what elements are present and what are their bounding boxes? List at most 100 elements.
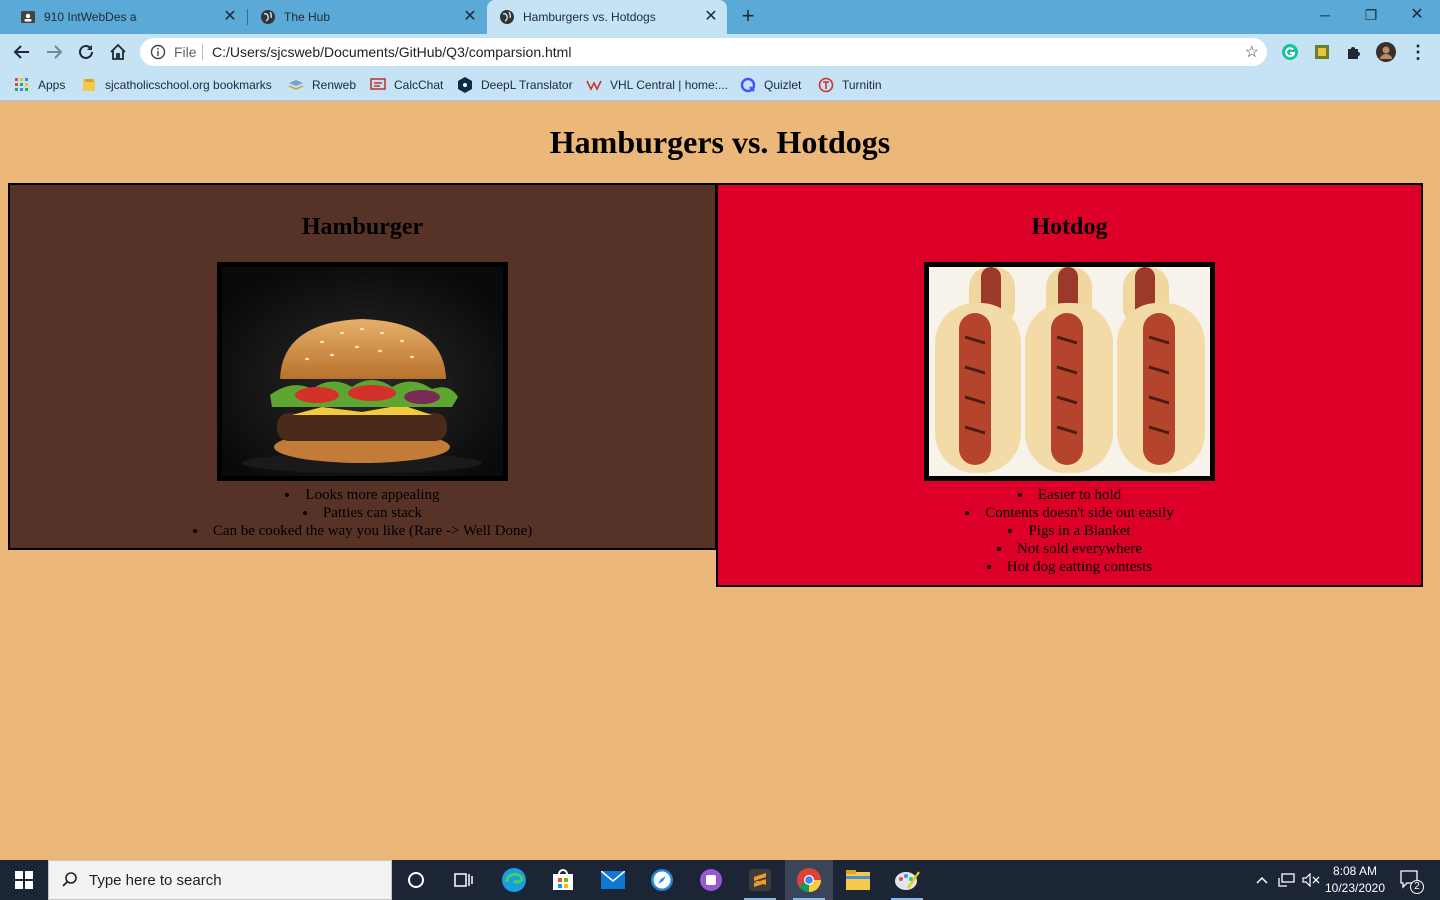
list-item: Hot dog eatting contests [718, 558, 1421, 576]
forward-arrow-icon[interactable] [40, 38, 68, 66]
globe-icon [499, 9, 515, 25]
profile-avatar[interactable] [1376, 42, 1396, 62]
bookmark-vhl-central[interactable]: VHL Central | home:... [586, 76, 728, 94]
cortana-icon[interactable] [392, 860, 440, 900]
address-bar[interactable]: File C:/Users/sjcsweb/Documents/GitHub/Q… [140, 38, 1267, 66]
classroom-icon [20, 9, 36, 25]
folder-icon [81, 77, 97, 93]
file-explorer-icon[interactable] [834, 860, 882, 900]
tab-hamburgers-vs-hotdogs[interactable]: Hamburgers vs. Hotdogs ✕ [487, 0, 727, 34]
bookmark-quizlet[interactable]: Quizlet [740, 76, 801, 94]
tab-title: Hamburgers vs. Hotdogs [523, 10, 656, 24]
search-placeholder: Type here to search [89, 872, 222, 889]
extensions-puzzle-icon[interactable] [1344, 42, 1364, 62]
bookmark-label: Turnitin [842, 78, 882, 92]
hamburger-panel: Hamburger • Looks more appealing • Patti… [8, 183, 717, 550]
tab-the-hub[interactable]: The Hub ✕ [248, 0, 486, 34]
close-tab-icon[interactable]: ✕ [222, 9, 238, 25]
tab-intwebdes[interactable]: 910 IntWebDes a ✕ [0, 0, 246, 34]
chrome-icon[interactable] [785, 860, 833, 900]
renweb-icon [288, 77, 304, 93]
clock-date: 10/23/2020 [1324, 881, 1386, 895]
bookmark-deepl[interactable]: DeepL Translator [457, 76, 573, 94]
hotdog-panel: Hotdog • Easier to hold • Contents doesn… [716, 183, 1423, 587]
new-tab-plus-icon[interactable]: + [737, 5, 759, 28]
extension-icon[interactable] [1312, 42, 1332, 62]
microsoft-store-icon[interactable] [539, 860, 587, 900]
bookmark-apps[interactable]: Apps [14, 76, 65, 94]
network-icon[interactable] [1276, 860, 1298, 900]
deepl-icon [457, 77, 473, 93]
list-item: Pigs in a Blanket [718, 522, 1421, 540]
safari-compass-icon[interactable] [638, 860, 686, 900]
bookmark-renweb[interactable]: Renweb [288, 76, 356, 94]
apps-grid-icon [14, 77, 30, 93]
list-item: Looks more appealing [10, 486, 715, 504]
web-page: Hamburgers vs. Hotdogs Hamburger • Looks… [0, 102, 1440, 860]
bookmark-label: Apps [38, 78, 66, 92]
close-tab-icon[interactable]: ✕ [703, 9, 719, 25]
close-window-icon[interactable]: ✕ [1394, 0, 1440, 30]
bookmark-label: CalcChat [394, 78, 444, 92]
mail-icon[interactable] [589, 860, 637, 900]
turnitin-icon [818, 77, 834, 93]
back-arrow-icon[interactable] [8, 38, 36, 66]
system-clock[interactable]: 8:08 AM 10/23/2020 [1322, 863, 1388, 897]
calcchat-icon [370, 77, 386, 93]
scheme-label: File [174, 44, 197, 60]
bookmark-label: DeepL Translator [481, 78, 573, 92]
grammarly-icon[interactable] [1280, 42, 1300, 62]
windows-start-icon[interactable] [0, 860, 48, 900]
menu-kebab-icon[interactable]: ⋮ [1408, 42, 1428, 62]
bookmarks-bar: Apps sjcatholicschool.org bookmarks Renw… [0, 70, 1440, 101]
hamburger-illustration [222, 267, 503, 476]
list-item: Patties can stack [10, 504, 715, 522]
hamburger-points-list: Looks more appealing Patties can stack C… [10, 486, 715, 540]
hotdog-illustration [929, 267, 1210, 476]
sublime-text-icon[interactable] [736, 860, 784, 900]
quizlet-icon [740, 77, 756, 93]
volume-muted-icon[interactable] [1300, 860, 1322, 900]
page-title: Hamburgers vs. Hotdogs [549, 124, 891, 160]
list-item: Easier to hold [718, 486, 1421, 504]
restore-icon[interactable]: ❐ [1348, 0, 1394, 30]
task-view-icon[interactable] [440, 860, 488, 900]
bookmark-label: sjcatholicschool.org bookmarks [105, 78, 272, 92]
bookmark-label: Renweb [312, 78, 357, 92]
bookmark-calcchat[interactable]: CalcChat [370, 76, 443, 94]
notification-count-badge: 2 [1410, 880, 1424, 894]
info-icon[interactable] [150, 44, 166, 65]
close-tab-icon[interactable]: ✕ [462, 9, 478, 25]
bookmark-label: VHL Central | home:... [610, 78, 729, 92]
purple-app-icon[interactable] [687, 860, 735, 900]
browser-toolbar: File C:/Users/sjcsweb/Documents/GitHub/Q… [0, 34, 1440, 70]
vhl-icon [586, 77, 602, 93]
hamburger-image [217, 262, 508, 481]
search-icon [61, 871, 79, 894]
clock-time: 8:08 AM [1332, 864, 1378, 878]
hotdog-image [924, 262, 1215, 481]
bookmark-star-icon[interactable]: ☆ [1245, 42, 1259, 62]
list-item: Contents doesn't side out easily [718, 504, 1421, 522]
home-icon[interactable] [104, 38, 132, 66]
windows-taskbar: Type here to search 8:08 AM 10/23/2020 2 [0, 860, 1440, 900]
taskbar-search-box[interactable]: Type here to search [48, 860, 392, 900]
panel-heading: Hotdog [1031, 214, 1108, 240]
panel-heading: Hamburger [301, 214, 424, 240]
tab-strip: 910 IntWebDes a ✕ The Hub ✕ Hamburgers v… [0, 0, 1440, 34]
url-text[interactable]: C:/Users/sjcsweb/Documents/GitHub/Q3/com… [212, 44, 571, 60]
minimize-icon[interactable]: ─ [1302, 0, 1348, 30]
list-item: Not sold everywhere [718, 540, 1421, 558]
edge-icon[interactable] [490, 860, 538, 900]
hotdog-points-list: Easier to hold Contents doesn't side out… [718, 486, 1421, 576]
bookmark-turnitin[interactable]: Turnitin [818, 76, 882, 94]
tab-title: 910 IntWebDes a [44, 10, 137, 24]
notification-center-icon[interactable]: 2 [1394, 860, 1428, 900]
show-hidden-icons-chevron-icon[interactable] [1252, 860, 1272, 900]
paint-icon[interactable] [883, 860, 931, 900]
bookmark-sjcatholicschool-folder[interactable]: sjcatholicschool.org bookmarks [81, 76, 272, 94]
bookmark-label: Quizlet [764, 78, 802, 92]
reload-icon[interactable] [72, 38, 100, 66]
tab-title: The Hub [284, 10, 331, 24]
omnibox-divider [202, 44, 203, 60]
